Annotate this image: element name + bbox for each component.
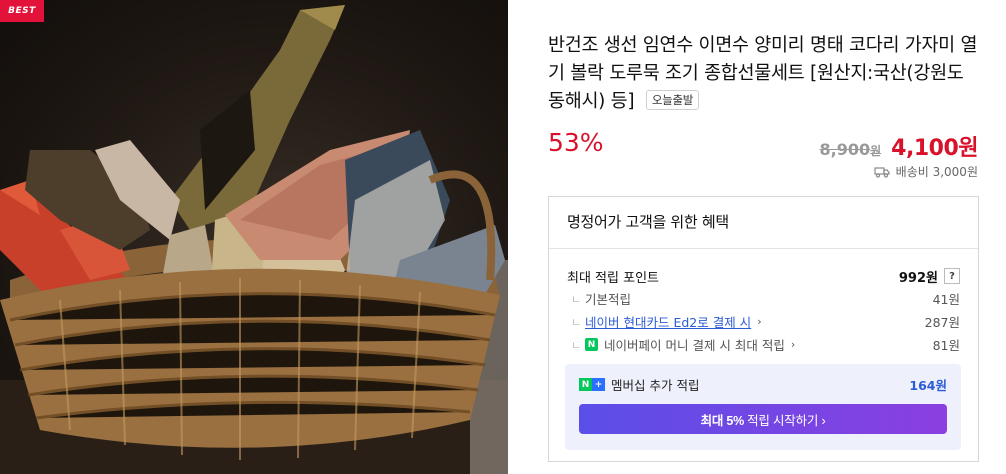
help-icon[interactable]: ?: [944, 268, 960, 284]
product-title: 반건조 생선 임연수 이면수 양미리 명태 코다리 가자미 열기 볼락 도루묵 …: [548, 32, 978, 116]
product-image[interactable]: BEST: [0, 0, 508, 474]
membership-label: 멤버십 추가 적립: [611, 378, 700, 393]
basic-point-value: 41원: [932, 292, 960, 307]
max-point-label: 최대 적립 포인트: [567, 270, 659, 286]
branch-icon: ㄴ: [571, 315, 582, 329]
benefit-heading: 명정어가 고객을 위한 혜택: [549, 197, 978, 249]
max-point-value: 992원: [898, 270, 938, 286]
membership-panel: N + 멤버십 추가 적립 164원 최대 5% 적립 시작하기 ›: [565, 364, 961, 450]
shipping-fee: 배송비 3,000원: [874, 163, 978, 180]
max-point-value-wrap: 992원 ?: [899, 267, 960, 286]
original-price: 8,900원: [819, 140, 882, 159]
discount-rate: 53%: [548, 128, 604, 157]
npay-point-label[interactable]: 네이버페이 머니 결제 시 최대 적립: [604, 335, 785, 354]
branch-icon: ㄴ: [571, 292, 582, 306]
npay-point-row: ㄴ N 네이버페이 머니 결제 시 최대 적립 › 81원: [567, 333, 960, 356]
best-badge: BEST: [0, 0, 44, 22]
card-point-value: 287원: [924, 315, 960, 330]
npay-point-value: 81원: [932, 338, 960, 353]
naverpay-icon: N: [585, 338, 598, 351]
product-title-text: 반건조 생선 임연수 이면수 양미리 명태 코다리 가자미 열기 볼락 도루묵 …: [548, 35, 978, 112]
start-membership-button[interactable]: 최대 5% 적립 시작하기 ›: [579, 404, 947, 434]
naver-plus-icon: N +: [579, 378, 605, 391]
chevron-right-icon[interactable]: ›: [757, 315, 761, 328]
shipping-fee-text: 배송비 3,000원: [895, 165, 978, 179]
branch-icon: ㄴ: [571, 338, 582, 352]
card-point-link[interactable]: 네이버 현대카드 Ed2로 결제 시: [585, 312, 751, 331]
same-day-shipping-tag: 오늘출발: [645, 90, 700, 110]
price-row: 8,900원 4,100원: [819, 130, 979, 162]
point-list: 최대 적립 포인트 992원 ? ㄴ 기본적립 41원 ㄴ 네이버 현대카드 Ed2…: [549, 249, 978, 356]
membership-value: 164원: [909, 378, 947, 393]
sale-price: 4,100원: [891, 136, 978, 161]
basic-point-label: 기본적립: [585, 292, 632, 307]
cta-bold-text: 최대 5%: [700, 413, 745, 428]
max-point-row: 최대 적립 포인트 992원 ?: [567, 265, 960, 287]
basic-point-row: ㄴ 기본적립 41원: [567, 287, 960, 310]
fish-basket-illustration: [0, 5, 508, 474]
benefit-box: 명정어가 고객을 위한 혜택 최대 적립 포인트 992원 ? ㄴ 기본적립 41…: [548, 196, 979, 462]
truck-icon: [874, 166, 890, 178]
cta-text: 적립 시작하기 ›: [747, 413, 826, 428]
card-point-row: ㄴ 네이버 현대카드 Ed2로 결제 시 › 287원: [567, 310, 960, 333]
chevron-right-icon[interactable]: ›: [791, 338, 795, 351]
membership-row: N + 멤버십 추가 적립 164원: [579, 375, 947, 394]
